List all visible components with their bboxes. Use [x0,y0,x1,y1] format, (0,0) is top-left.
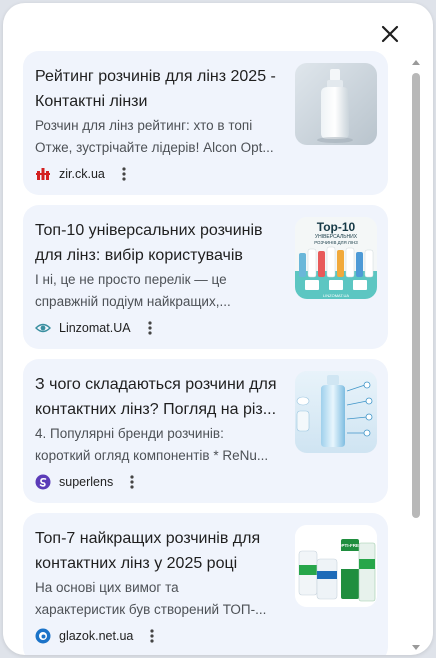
result-snippet: Розчин для лінз рейтинг: хто в топі Отже… [35,118,274,155]
bottle-image[interactable] [295,63,377,145]
source-name[interactable]: Linzomat.UA [59,321,131,335]
thumb-brand: OPTI-FREE [338,543,362,548]
result-snippet: І ні, це не просто перелік — це справжні… [35,272,231,309]
source-name[interactable]: zir.ck.ua [59,167,105,181]
zir-favicon-icon [35,166,51,182]
products-image[interactable]: OPTI-FREE [295,525,377,607]
result-source: Linzomat.UA [35,317,157,339]
thumb-footer: LINZOMAT.UA [323,293,349,298]
result-title[interactable]: Топ-7 найкращих розчинів для контактних … [35,526,291,576]
result-source: superlens [35,471,139,493]
result-snippet: На основі цих вимог та характеристик був… [35,580,267,617]
scroll-up-arrow-icon[interactable] [412,59,420,67]
result-title[interactable]: Рейтинг розчинів для лінз 2025 - Контакт… [35,64,291,114]
source-name[interactable]: glazok.net.ua [59,629,133,643]
eye-favicon-icon [35,320,51,336]
superlens-favicon-icon [35,474,51,490]
solution-diagram-image[interactable] [295,371,377,453]
result-title[interactable]: З чого складаються розчини для контактни… [35,372,291,422]
close-icon [381,25,399,43]
source-name[interactable]: superlens [59,475,113,489]
thumb-heading: Top-10 [317,220,356,234]
more-vert-icon[interactable] [125,473,139,491]
more-vert-icon[interactable] [143,319,157,337]
result-card[interactable]: Топ-10 універсальних розчинів для лінз: … [23,205,388,349]
search-results-panel: Рейтинг розчинів для лінз 2025 - Контакт… [3,3,433,655]
top10-image[interactable]: Top-10 УНІВЕРСАЛЬНИХ РОЗЧИНІВ ДЛЯ ЛІНЗ L… [295,217,377,299]
result-card[interactable]: З чого складаються розчини для контактни… [23,359,388,503]
thumb-line2: РОЗЧИНІВ ДЛЯ ЛІНЗ [314,240,358,245]
result-card[interactable]: Рейтинг розчинів для лінз 2025 - Контакт… [23,51,388,195]
scrollbar-thumb[interactable] [412,73,420,518]
result-snippet: 4. Популярні бренди розчинів: короткий о… [35,426,269,463]
more-vert-icon[interactable] [117,165,131,183]
result-card[interactable]: Топ-7 найкращих розчинів для контактних … [23,513,388,655]
result-source: zir.ck.ua [35,163,131,185]
glazok-favicon-icon [35,628,51,644]
more-vert-icon[interactable] [145,627,159,645]
result-title[interactable]: Топ-10 універсальних розчинів для лінз: … [35,218,291,268]
scroll-down-arrow-icon[interactable] [412,643,420,651]
scrollbar[interactable] [410,59,422,651]
results-list: Рейтинг розчинів для лінз 2025 - Контакт… [23,51,388,655]
close-button[interactable] [379,23,401,45]
result-source: glazok.net.ua [35,625,159,647]
